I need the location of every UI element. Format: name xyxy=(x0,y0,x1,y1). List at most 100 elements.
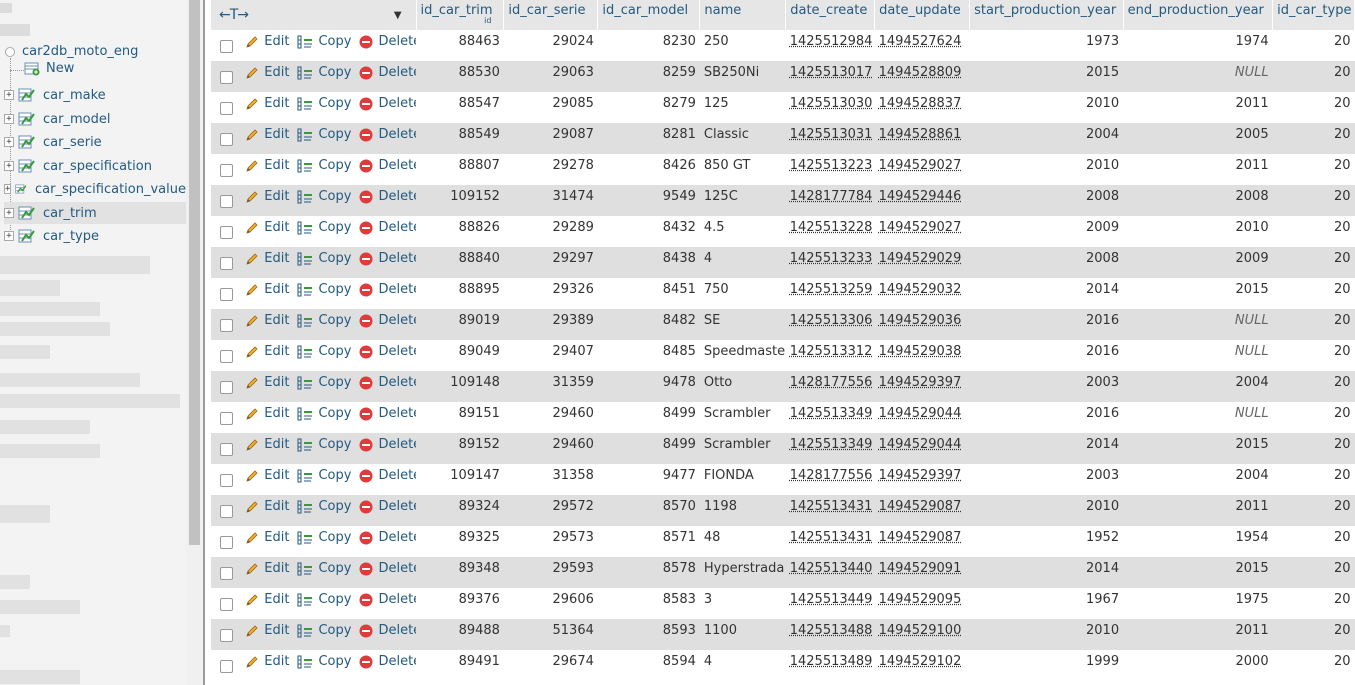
cell-date-create[interactable]: 1425513349 xyxy=(785,402,875,433)
cell-id-car-model[interactable]: 8259 xyxy=(597,61,700,92)
delete-row-button[interactable]: Delete xyxy=(359,437,416,452)
cell-id-car-type[interactable]: 20 xyxy=(1272,557,1355,588)
cell-date-update[interactable]: 1494529032 xyxy=(874,278,970,309)
column-header-id-car-trim[interactable]: id_car_trim id xyxy=(416,0,505,30)
cell-id-car-trim[interactable]: 88807 xyxy=(416,154,504,185)
edit-row-button[interactable]: Edit xyxy=(245,561,289,576)
copy-row-button[interactable]: Copy xyxy=(297,499,351,514)
delete-row-button[interactable]: Delete xyxy=(359,158,416,173)
column-header-id-car-serie[interactable]: id_car_serie xyxy=(503,0,599,30)
sidebar-table-item[interactable]: + car_make xyxy=(4,84,186,106)
row-checkbox[interactable] xyxy=(220,71,233,84)
cell-date-update[interactable]: 1494529102 xyxy=(874,650,970,681)
cell-start-production-year[interactable]: 2015 xyxy=(969,61,1124,92)
cell-start-production-year[interactable]: 2010 xyxy=(969,92,1124,123)
cell-id-car-type[interactable]: 20 xyxy=(1272,30,1355,61)
cell-id-car-type[interactable]: 20 xyxy=(1272,278,1355,309)
cell-end-production-year[interactable]: NULL xyxy=(1123,309,1273,340)
cell-date-update[interactable]: 1494529044 xyxy=(874,402,970,433)
table-row[interactable]: Edit Copy Delete89324295728570119814255134… xyxy=(211,495,1355,526)
panel-divider[interactable] xyxy=(203,0,205,685)
cell-date-update[interactable]: 1494528809 xyxy=(874,61,970,92)
row-checkbox[interactable] xyxy=(220,102,233,115)
copy-row-button[interactable]: Copy xyxy=(297,623,351,638)
cell-date-create[interactable]: 1425513431 xyxy=(785,526,875,557)
cell-id-car-trim[interactable]: 89488 xyxy=(416,619,504,650)
copy-row-button[interactable]: Copy xyxy=(297,282,351,297)
cell-id-car-serie[interactable]: 29326 xyxy=(503,278,598,309)
cell-id-car-trim[interactable]: 88547 xyxy=(416,92,504,123)
cell-start-production-year[interactable]: 2008 xyxy=(969,247,1124,278)
cell-name[interactable]: Scrambler xyxy=(699,433,786,464)
edit-row-button[interactable]: Edit xyxy=(245,592,289,607)
edit-row-button[interactable]: Edit xyxy=(245,34,289,49)
cell-id-car-trim[interactable]: 89152 xyxy=(416,433,504,464)
cell-id-car-type[interactable]: 20 xyxy=(1272,92,1355,123)
table-row[interactable]: Edit Copy Delete88463290248230250142551298… xyxy=(211,30,1355,61)
cell-id-car-trim[interactable]: 88530 xyxy=(416,61,504,92)
cell-date-create[interactable]: 1425513031 xyxy=(785,123,875,154)
cell-start-production-year[interactable]: 2010 xyxy=(969,619,1124,650)
sidebar-table-item[interactable]: + car_type xyxy=(4,225,186,247)
row-checkbox[interactable] xyxy=(220,40,233,53)
delete-row-button[interactable]: Delete xyxy=(359,375,416,390)
cell-date-create[interactable]: 1428177556 xyxy=(785,371,875,402)
column-header-date-create[interactable]: date_create xyxy=(785,0,876,30)
cell-date-create[interactable]: 1425513017 xyxy=(785,61,875,92)
cell-id-car-type[interactable]: 20 xyxy=(1272,402,1355,433)
cell-date-create[interactable]: 1425513431 xyxy=(785,495,875,526)
cell-id-car-serie[interactable]: 31474 xyxy=(503,185,598,216)
cell-id-car-trim[interactable]: 88549 xyxy=(416,123,504,154)
edit-row-button[interactable]: Edit xyxy=(245,530,289,545)
cell-id-car-model[interactable]: 8578 xyxy=(597,557,700,588)
cell-name[interactable]: 750 xyxy=(699,278,786,309)
edit-row-button[interactable]: Edit xyxy=(245,437,289,452)
sidebar-table-item[interactable]: + car_specification_value xyxy=(4,178,186,200)
table-row[interactable]: EditCopyDelete89348295938578Hyperstrada1… xyxy=(211,557,1355,588)
column-header-start-production-year[interactable]: start_production_year xyxy=(969,0,1124,30)
table-row[interactable]: Edit Copy Delete89488513648593110014255134… xyxy=(211,619,1355,650)
row-checkbox[interactable] xyxy=(220,319,233,332)
table-row[interactable]: Edit Copy Delete109147313589477FIONDA14281… xyxy=(211,464,1355,495)
delete-row-button[interactable]: Delete xyxy=(359,96,416,111)
edit-row-button[interactable]: Edit xyxy=(245,65,289,80)
table-row[interactable]: Edit Copy Delete88530290638259SB250Ni14255… xyxy=(211,61,1355,92)
cell-id-car-type[interactable]: 20 xyxy=(1272,340,1355,371)
copy-row-button[interactable]: Copy xyxy=(297,406,351,421)
cell-name[interactable]: 4 xyxy=(699,247,786,278)
cell-id-car-type[interactable]: 20 xyxy=(1272,650,1355,681)
edit-row-button[interactable]: Edit xyxy=(245,499,289,514)
cell-id-car-serie[interactable]: 29593 xyxy=(503,557,598,588)
cell-end-production-year[interactable]: 2000 xyxy=(1123,650,1273,681)
delete-row-button[interactable]: Delete xyxy=(359,34,416,49)
cell-id-car-model[interactable]: 8499 xyxy=(597,433,700,464)
cell-id-car-serie[interactable]: 31359 xyxy=(503,371,598,402)
cell-id-car-trim[interactable]: 109147 xyxy=(416,464,504,495)
copy-row-button[interactable]: Copy xyxy=(297,561,351,576)
cell-id-car-serie[interactable]: 29389 xyxy=(503,309,598,340)
cell-date-update[interactable]: 1494529038 xyxy=(874,340,970,371)
cell-id-car-trim[interactable]: 89049 xyxy=(416,340,504,371)
copy-row-button[interactable]: Copy xyxy=(297,251,351,266)
sidebar-table-item[interactable]: + car_trim xyxy=(4,202,186,224)
cell-date-create[interactable]: 1425513306 xyxy=(785,309,875,340)
cell-date-update[interactable]: 1494529029 xyxy=(874,247,970,278)
collapse-database-icon[interactable] xyxy=(5,47,15,57)
cell-name[interactable]: 3 xyxy=(699,588,786,619)
navigation-scrollbar-thumb[interactable] xyxy=(189,0,200,545)
cell-end-production-year[interactable]: 2015 xyxy=(1123,433,1273,464)
cell-id-car-serie[interactable]: 29063 xyxy=(503,61,598,92)
cell-id-car-type[interactable]: 20 xyxy=(1272,309,1355,340)
table-row[interactable]: Edit Copy Delete89151294608499Scrambler142… xyxy=(211,402,1355,433)
cell-name[interactable]: 125 xyxy=(699,92,786,123)
cell-id-car-type[interactable]: 20 xyxy=(1272,526,1355,557)
expand-icon[interactable]: + xyxy=(4,90,14,100)
cell-start-production-year[interactable]: 2016 xyxy=(969,340,1124,371)
cell-end-production-year[interactable]: 2010 xyxy=(1123,216,1273,247)
cell-name[interactable]: 48 xyxy=(699,526,786,557)
edit-row-button[interactable]: Edit xyxy=(245,654,289,669)
row-checkbox[interactable] xyxy=(220,536,233,549)
expand-icon[interactable]: + xyxy=(4,137,14,147)
cell-end-production-year[interactable]: NULL xyxy=(1123,61,1273,92)
expand-icon[interactable]: + xyxy=(4,161,14,171)
